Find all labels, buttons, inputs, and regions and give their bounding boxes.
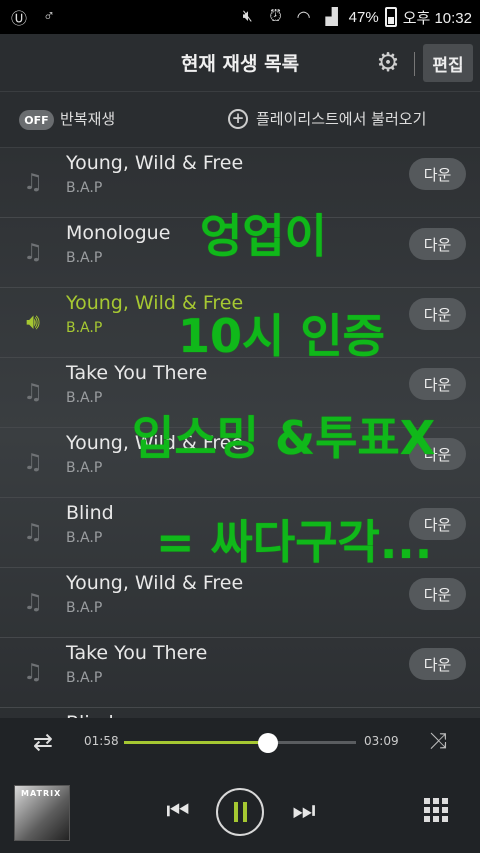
repeat-label[interactable]: 반복재생 xyxy=(60,108,115,129)
track-title: Take You There xyxy=(66,642,208,664)
edit-button[interactable]: 편집 xyxy=(423,44,473,82)
status-time: 오후 10:32 xyxy=(402,9,472,27)
album-art[interactable]: MATRIX xyxy=(14,785,70,841)
track-title: Young, Wild & Free xyxy=(66,572,244,594)
download-button[interactable]: 다운 xyxy=(409,228,466,260)
progress-slider[interactable] xyxy=(124,733,356,753)
mute-icon: 🔇︎ xyxy=(242,8,253,25)
download-button[interactable]: 다운 xyxy=(409,508,466,540)
track-artist: B.A.P xyxy=(66,670,103,686)
track-title: Young, Wild & Free xyxy=(66,432,244,454)
download-button[interactable]: 다운 xyxy=(409,158,466,190)
next-icon[interactable]: ⏭ xyxy=(286,796,322,826)
pause-icon xyxy=(233,802,247,822)
track-row[interactable]: ♫ Take You There B.A.P 다운 xyxy=(0,638,480,708)
progress-fill xyxy=(124,741,268,744)
download-button[interactable]: 다운 xyxy=(409,648,466,680)
track-row[interactable]: ♫BlindB.A.P다운 xyxy=(0,708,480,718)
track-icon: ♫ xyxy=(23,380,43,405)
track-title: Take You There xyxy=(66,362,208,384)
track-artist: B.A.P xyxy=(66,320,103,336)
track-icon: ♫ xyxy=(23,450,43,475)
repeat-icon[interactable]: ⇄ xyxy=(28,730,58,754)
import-playlist-label: 플레이리스트에서 불러오기 xyxy=(256,110,427,128)
alarm-icon: ⏰︎ xyxy=(269,8,282,25)
track-icon: ♫ xyxy=(23,590,43,615)
track-row[interactable]: ♫ Take You There B.A.P 다운 xyxy=(0,358,480,428)
track-row[interactable]: ♫ Young, Wild & Free B.A.P 다운 xyxy=(0,148,480,218)
track-title: Blind xyxy=(66,502,114,524)
plus-circle-icon: + xyxy=(228,108,248,129)
header-divider xyxy=(414,52,415,76)
track-icon: ♫ xyxy=(23,520,43,545)
grid-menu-icon[interactable] xyxy=(424,798,448,822)
track-artist: B.A.P xyxy=(66,250,103,266)
elapsed-time: 01:58 xyxy=(84,734,119,748)
download-button[interactable]: 다운 xyxy=(409,438,466,470)
track-row[interactable]: ♫ Blind B.A.P 다운 xyxy=(0,498,480,568)
header: 현재 재생 목록 ⚙ 편집 xyxy=(0,34,480,92)
speaker-icon: 🔊︎ xyxy=(26,310,40,335)
battery-icon xyxy=(384,7,397,27)
playlist-options-bar: OFF 반복재생 + 플레이리스트에서 불러오기 xyxy=(0,92,480,148)
track-row[interactable]: ♫ Young, Wild & Free B.A.P 다운 xyxy=(0,568,480,638)
u-plus-icon: Ⓤ xyxy=(10,11,27,28)
track-artist: B.A.P xyxy=(66,530,103,546)
track-title: Monologue xyxy=(66,222,171,244)
track-list[interactable]: ♫ Young, Wild & Free B.A.P 다운 ♫ Monologue B.A.… xyxy=(0,148,480,718)
import-playlist-button[interactable]: + 플레이리스트에서 불러오기 xyxy=(228,108,426,129)
repeat-toggle[interactable]: OFF xyxy=(19,110,54,130)
track-title: Young, Wild & Free xyxy=(66,152,244,174)
track-artist: B.A.P xyxy=(66,600,103,616)
track-icon: ♫ xyxy=(23,660,43,685)
wifi-icon: ◠ xyxy=(296,9,311,26)
progress-thumb[interactable] xyxy=(257,733,278,753)
page-title: 현재 재생 목록 xyxy=(180,53,300,75)
track-artist: B.A.P xyxy=(66,390,103,406)
previous-icon[interactable]: ⏮ xyxy=(160,796,196,826)
album-art-text: MATRIX xyxy=(21,789,62,798)
player-bar: ⇄ 01:58 03:09 ⤨ MATRIX ⏮ ⏭ xyxy=(0,718,480,853)
track-artist: B.A.P xyxy=(66,460,103,476)
music-note-icon: ♂ xyxy=(43,8,55,25)
duration-time: 03:09 xyxy=(364,734,399,748)
battery-percent: 47% xyxy=(348,8,379,26)
gear-icon[interactable]: ⚙ xyxy=(374,49,402,77)
download-button[interactable]: 다운 xyxy=(409,368,466,400)
pause-button[interactable] xyxy=(216,788,264,836)
shuffle-icon[interactable]: ⤨ xyxy=(424,730,452,754)
track-icon: ♫ xyxy=(23,170,43,195)
signal-icon: ▟ xyxy=(325,9,338,26)
download-button[interactable]: 다운 xyxy=(409,298,466,330)
track-row[interactable]: ♫ Monologue B.A.P 다운 xyxy=(0,218,480,288)
track-row[interactable]: ♫ Young, Wild & Free B.A.P 다운 xyxy=(0,428,480,498)
download-button[interactable]: 다운 xyxy=(409,578,466,610)
status-bar: Ⓤ ♂ 🔇︎ ⏰︎ ◠ ▟ 47% 오후 10:32 xyxy=(0,0,480,34)
track-icon: ♫ xyxy=(23,240,43,265)
track-title: Young, Wild & Free xyxy=(66,292,244,314)
track-row[interactable]: 🔊︎ Young, Wild & Free B.A.P 다운 xyxy=(0,288,480,358)
track-artist: B.A.P xyxy=(66,180,103,196)
